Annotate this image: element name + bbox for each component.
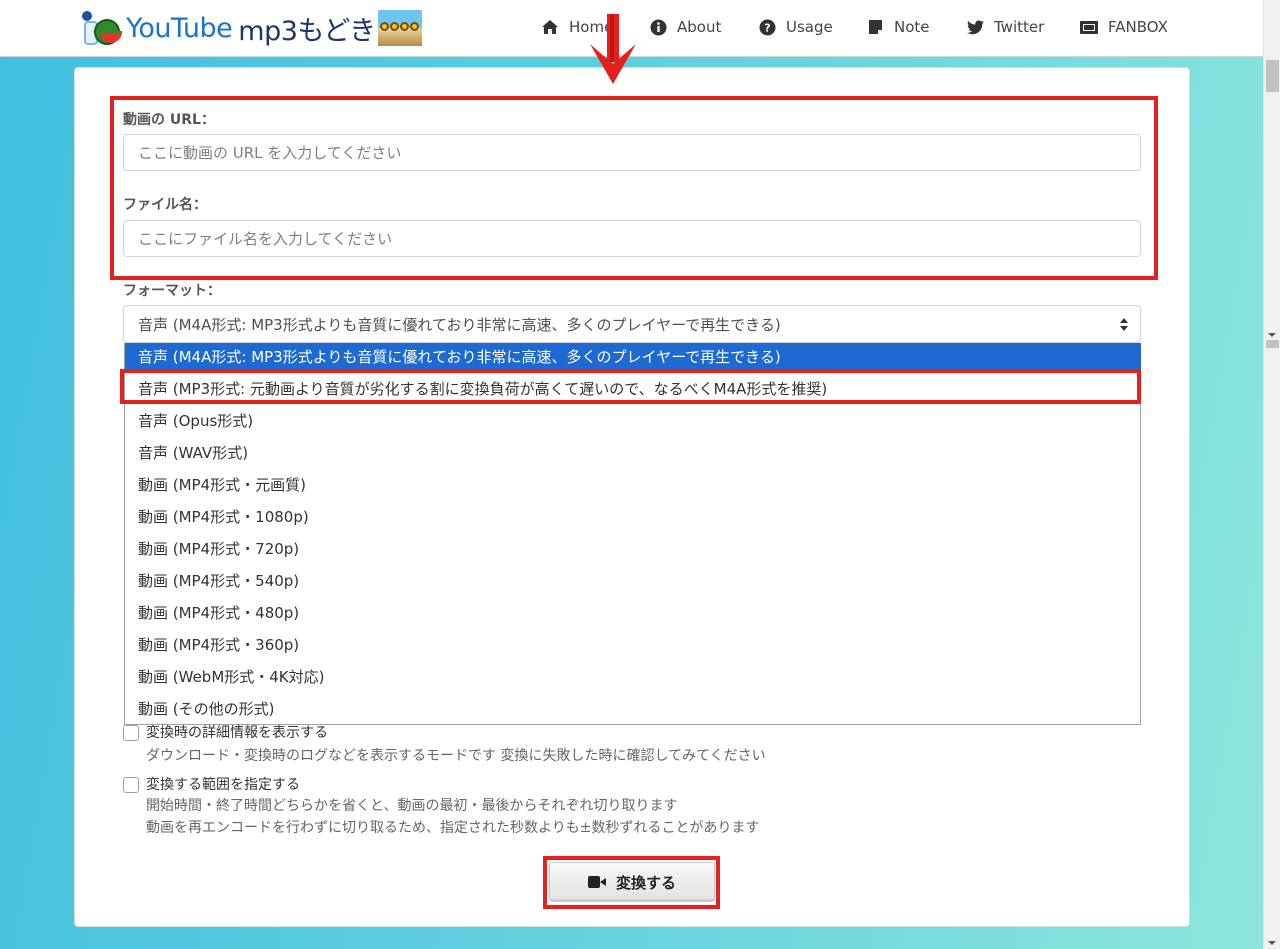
nav-note-label: Note — [894, 18, 930, 36]
convert-button-label: 変換する — [615, 873, 676, 892]
nav-fanbox[interactable]: FANBOX — [1080, 18, 1168, 36]
format-dropdown-list: 音声 (M4A形式: MP3形式よりも音質に優れており非常に高速、多くのプレイヤ… — [124, 343, 1141, 725]
url-input[interactable] — [123, 134, 1141, 171]
format-option[interactable]: 音声 (M4A形式: MP3形式よりも音質に優れており非常に高速、多くのプレイヤ… — [125, 343, 1141, 369]
sticky-note-icon — [866, 18, 884, 36]
filename-input[interactable] — [123, 220, 1141, 257]
format-option[interactable]: 音声 (MP3形式: 元動画より音質が劣化する割に変換負荷が高くて遅いので、なる… — [125, 375, 1141, 401]
range-title: 変換する範囲を指定する — [146, 777, 300, 793]
home-icon — [541, 18, 559, 36]
fanbox-icon — [1080, 18, 1098, 36]
range-checkbox[interactable] — [123, 777, 139, 793]
verbose-checkbox[interactable] — [123, 725, 139, 741]
nav-usage[interactable]: ? Usage — [758, 18, 833, 36]
scrollbar-thumb[interactable] — [1266, 60, 1279, 92]
format-option[interactable]: 動画 (MP4形式・480p) — [125, 599, 1141, 625]
filename-label: ファイル名： — [123, 197, 207, 213]
select-caret-icon — [1120, 318, 1128, 332]
format-option[interactable]: 動画 (その他の形式) — [125, 695, 1141, 721]
format-option[interactable]: 動画 (MP4形式・360p) — [125, 631, 1141, 657]
convert-button[interactable]: 変換する — [549, 862, 715, 902]
nav-about[interactable]: About — [649, 18, 721, 36]
page-scrollbar[interactable] — [1263, 0, 1280, 949]
format-select-value: 音声 (M4A形式: MP3形式よりも音質に優れており非常に高速、多くのプレイヤ… — [138, 315, 781, 334]
logo-text-mp3: mp3もどき — [238, 15, 376, 47]
range-desc-1: 開始時間・終了時間どちらかを省くと、動画の最初・最後からそれぞれ切り取ります — [146, 798, 678, 814]
nav-twitter-label: Twitter — [994, 18, 1045, 36]
scroll-down-arrow-icon[interactable] — [1268, 333, 1276, 337]
twitter-icon — [966, 18, 984, 36]
annotation-arrow-down-icon — [590, 14, 636, 84]
format-option[interactable]: 動画 (MP4形式・1080p) — [125, 503, 1141, 529]
question-circle-icon: ? — [758, 18, 776, 36]
format-option[interactable]: 動画 (MP4形式・540p) — [125, 567, 1141, 593]
logo-text-youtube: YouTube — [126, 12, 233, 44]
format-option[interactable]: 動画 (MP4形式・720p) — [125, 535, 1141, 561]
svg-text:?: ? — [764, 21, 770, 34]
url-label: 動画の URL： — [123, 112, 215, 128]
site-logo[interactable]: YouTube mp3もどき — [78, 8, 422, 48]
scroll-down-arrow-icon[interactable] — [1268, 941, 1276, 945]
verbose-title: 変換時の詳細情報を表示する — [146, 725, 328, 741]
nav-about-label: About — [677, 18, 722, 36]
sunflower-icon — [377, 10, 422, 46]
info-circle-icon — [649, 18, 667, 36]
video-camera-icon — [587, 876, 606, 888]
format-label: フォーマット： — [123, 283, 221, 299]
format-option[interactable]: 音声 (WAV形式) — [125, 439, 1141, 465]
mascot-watermelon-icon — [78, 9, 124, 47]
format-select[interactable]: 音声 (M4A形式: MP3形式よりも音質に優れており非常に高速、多くのプレイヤ… — [123, 305, 1141, 343]
scrollbar-thumb-secondary[interactable] — [1266, 340, 1279, 348]
nav-note[interactable]: Note — [866, 18, 930, 36]
nav-usage-label: Usage — [786, 18, 833, 36]
range-option: 変換する範囲を指定する 開始時間・終了時間どちらかを省くと、動画の最初・最後から… — [123, 774, 759, 838]
nav-fanbox-label: FANBOX — [1108, 18, 1168, 36]
format-option[interactable]: 音声 (Opus形式) — [125, 407, 1141, 433]
format-option[interactable]: 動画 (WebM形式・4K対応) — [125, 663, 1141, 689]
range-desc-2: 動画を再エンコードを行わずに切り取るため、指定された秒数よりも±数秒ずれることが… — [146, 820, 760, 836]
nav-twitter[interactable]: Twitter — [966, 18, 1044, 36]
verbose-desc: ダウンロード・変換時のログなどを表示するモードです 変換に失敗した時に確認してみ… — [146, 748, 766, 764]
verbose-option: 変換時の詳細情報を表示する ダウンロード・変換時のログなどを表示するモードです … — [123, 722, 766, 766]
format-option[interactable]: 動画 (MP4形式・元画質) — [125, 471, 1141, 497]
